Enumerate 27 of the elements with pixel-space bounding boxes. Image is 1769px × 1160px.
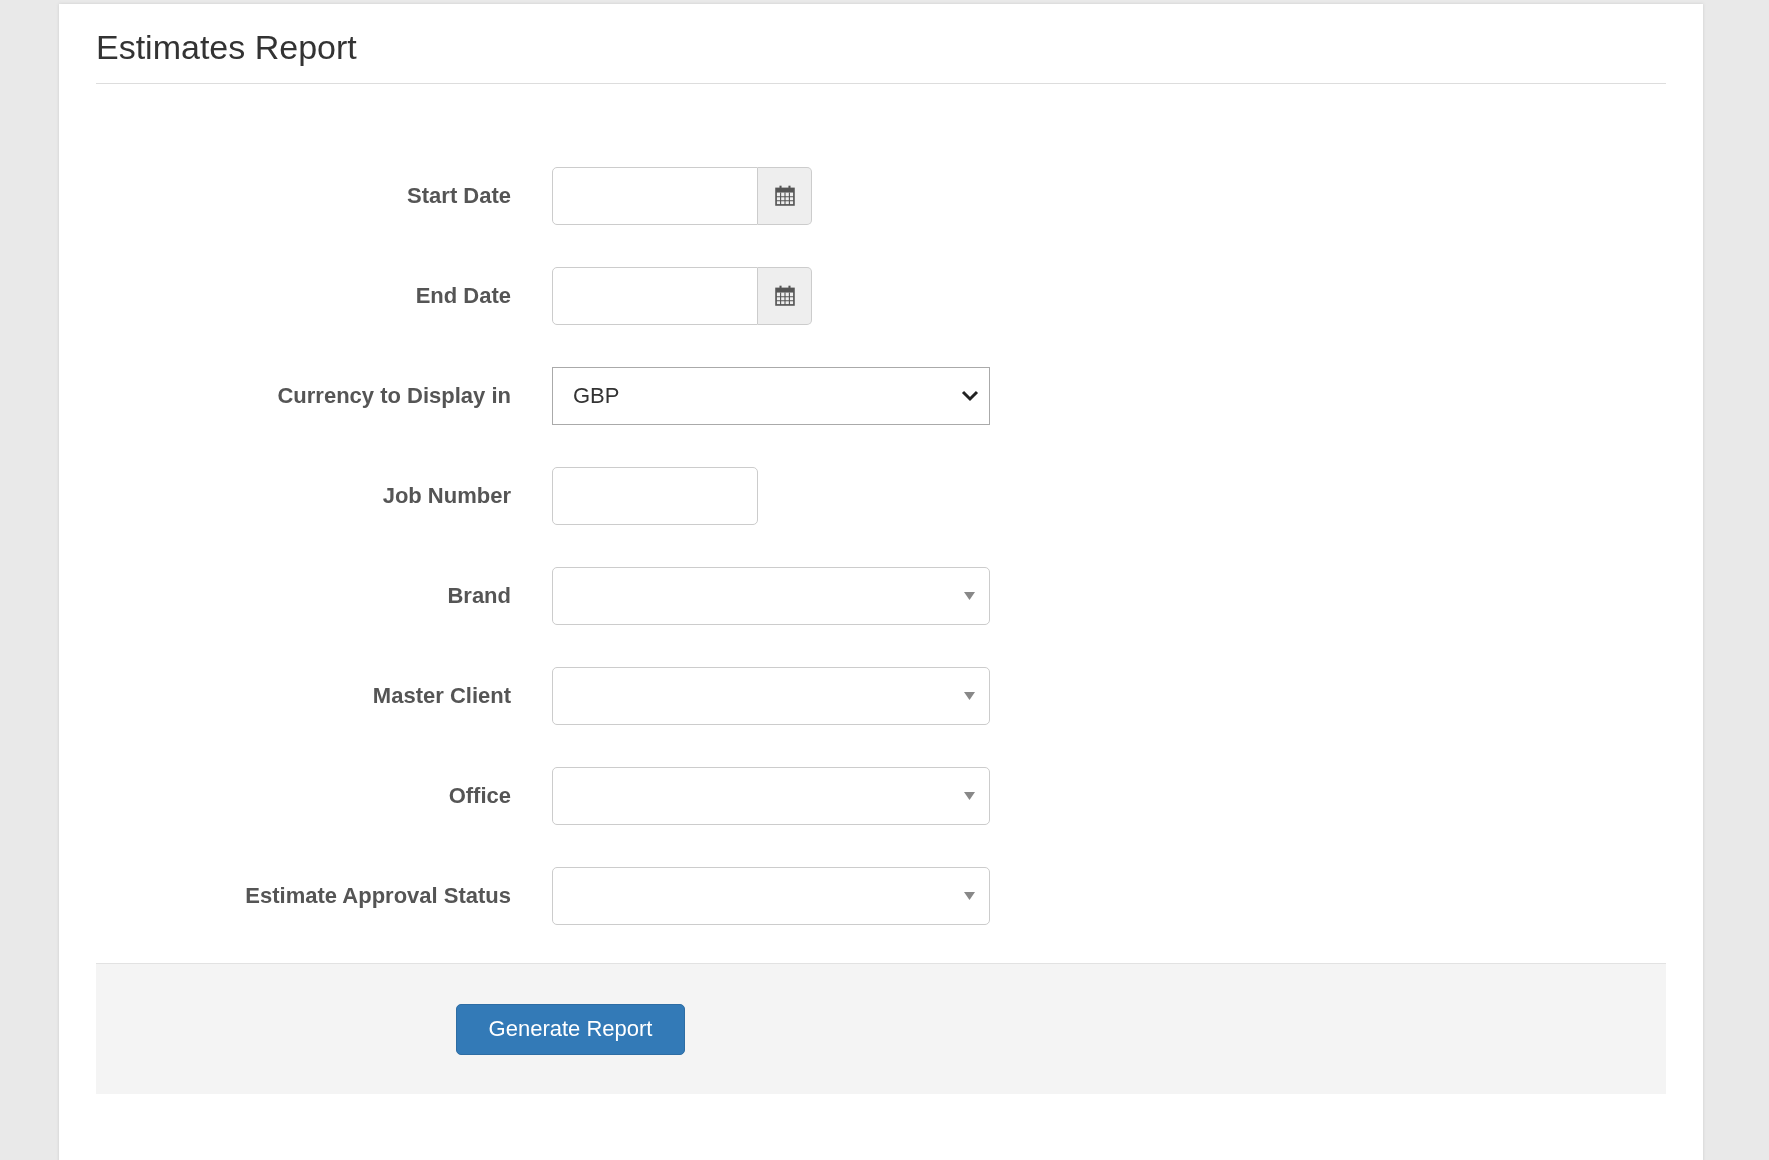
field-label: Office bbox=[447, 783, 512, 809]
text-input[interactable] bbox=[552, 467, 758, 525]
calendar-icon bbox=[773, 185, 796, 207]
caret-down-icon bbox=[964, 692, 975, 700]
field-label: Start Date bbox=[406, 183, 512, 209]
caret-down-icon bbox=[964, 892, 975, 900]
dropdown-field[interactable] bbox=[552, 867, 990, 925]
field-label: Brand bbox=[446, 583, 512, 609]
date-input[interactable] bbox=[552, 267, 758, 325]
calendar-button[interactable] bbox=[758, 167, 812, 225]
dropdown-field[interactable] bbox=[552, 567, 990, 625]
chevron-down-icon bbox=[961, 390, 979, 402]
field-label: Job Number bbox=[381, 483, 512, 509]
currency-select[interactable]: GBP bbox=[552, 367, 990, 425]
field-label: Estimate Approval Status bbox=[244, 883, 512, 909]
generate-report-button[interactable]: Generate Report bbox=[456, 1003, 685, 1055]
caret-down-icon bbox=[964, 792, 975, 800]
calendar-icon bbox=[773, 285, 796, 307]
caret-down-icon bbox=[964, 592, 975, 600]
field-label: End Date bbox=[414, 283, 512, 309]
date-input[interactable] bbox=[552, 167, 758, 225]
calendar-button[interactable] bbox=[758, 267, 812, 325]
page-title: Estimates Report bbox=[96, 28, 357, 67]
field-label: Currency to Display in bbox=[276, 383, 512, 409]
field-label: Master Client bbox=[371, 683, 512, 709]
dropdown-field[interactable] bbox=[552, 767, 990, 825]
dropdown-field[interactable] bbox=[552, 667, 990, 725]
